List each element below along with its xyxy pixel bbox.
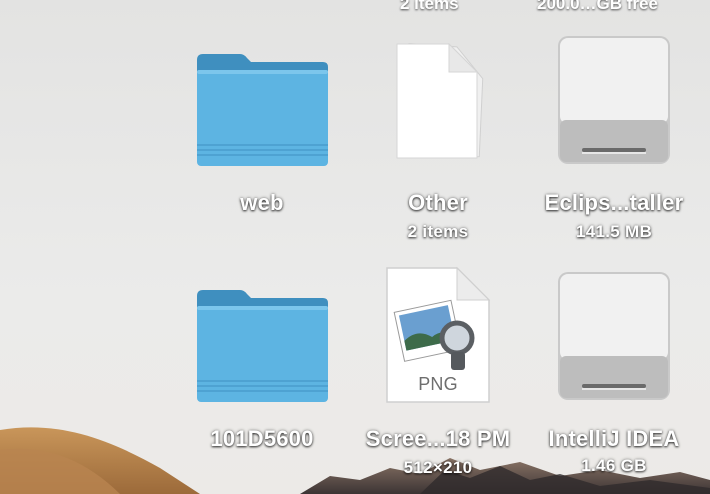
disk-image-icon — [558, 272, 670, 400]
folder-icon — [197, 54, 328, 166]
desktop-item-other[interactable]: Other 2 items — [348, 40, 528, 250]
item-label: Other — [408, 190, 468, 215]
partial-item-sublabel-left: 2 items — [400, 0, 459, 13]
item-label: web — [240, 190, 284, 215]
item-sublabel: 2 items — [407, 222, 469, 241]
item-label: IntelliJ IDEA — [548, 426, 680, 451]
desktop-item-web[interactable]: web — [172, 40, 352, 230]
desktop-item-101d5600[interactable]: 101D5600 — [172, 278, 352, 468]
item-sublabel: 512×210 — [403, 458, 473, 477]
item-label: Scree...18 PM — [365, 426, 511, 451]
item-label: Eclips...taller — [544, 190, 684, 215]
partial-item-sublabel-right: 200.0…GB free — [537, 0, 658, 13]
desktop-item-eclipse-installer[interactable]: Eclips...taller 141.5 MB — [524, 34, 704, 250]
item-label: 101D5600 — [210, 426, 314, 451]
item-sublabel: 141.5 MB — [575, 222, 653, 241]
item-sublabel: 1.46 GB — [581, 456, 647, 475]
desktop-item-screenshot[interactable]: PNG Scree...18 PM 512×210 — [348, 266, 528, 486]
document-stack-icon — [396, 42, 484, 159]
item-png-type: PNG — [418, 374, 458, 394]
folder-icon — [197, 290, 328, 402]
desktop-item-intellij-idea[interactable]: IntelliJ IDEA 1.46 GB — [524, 270, 704, 486]
disk-image-icon — [558, 36, 670, 164]
